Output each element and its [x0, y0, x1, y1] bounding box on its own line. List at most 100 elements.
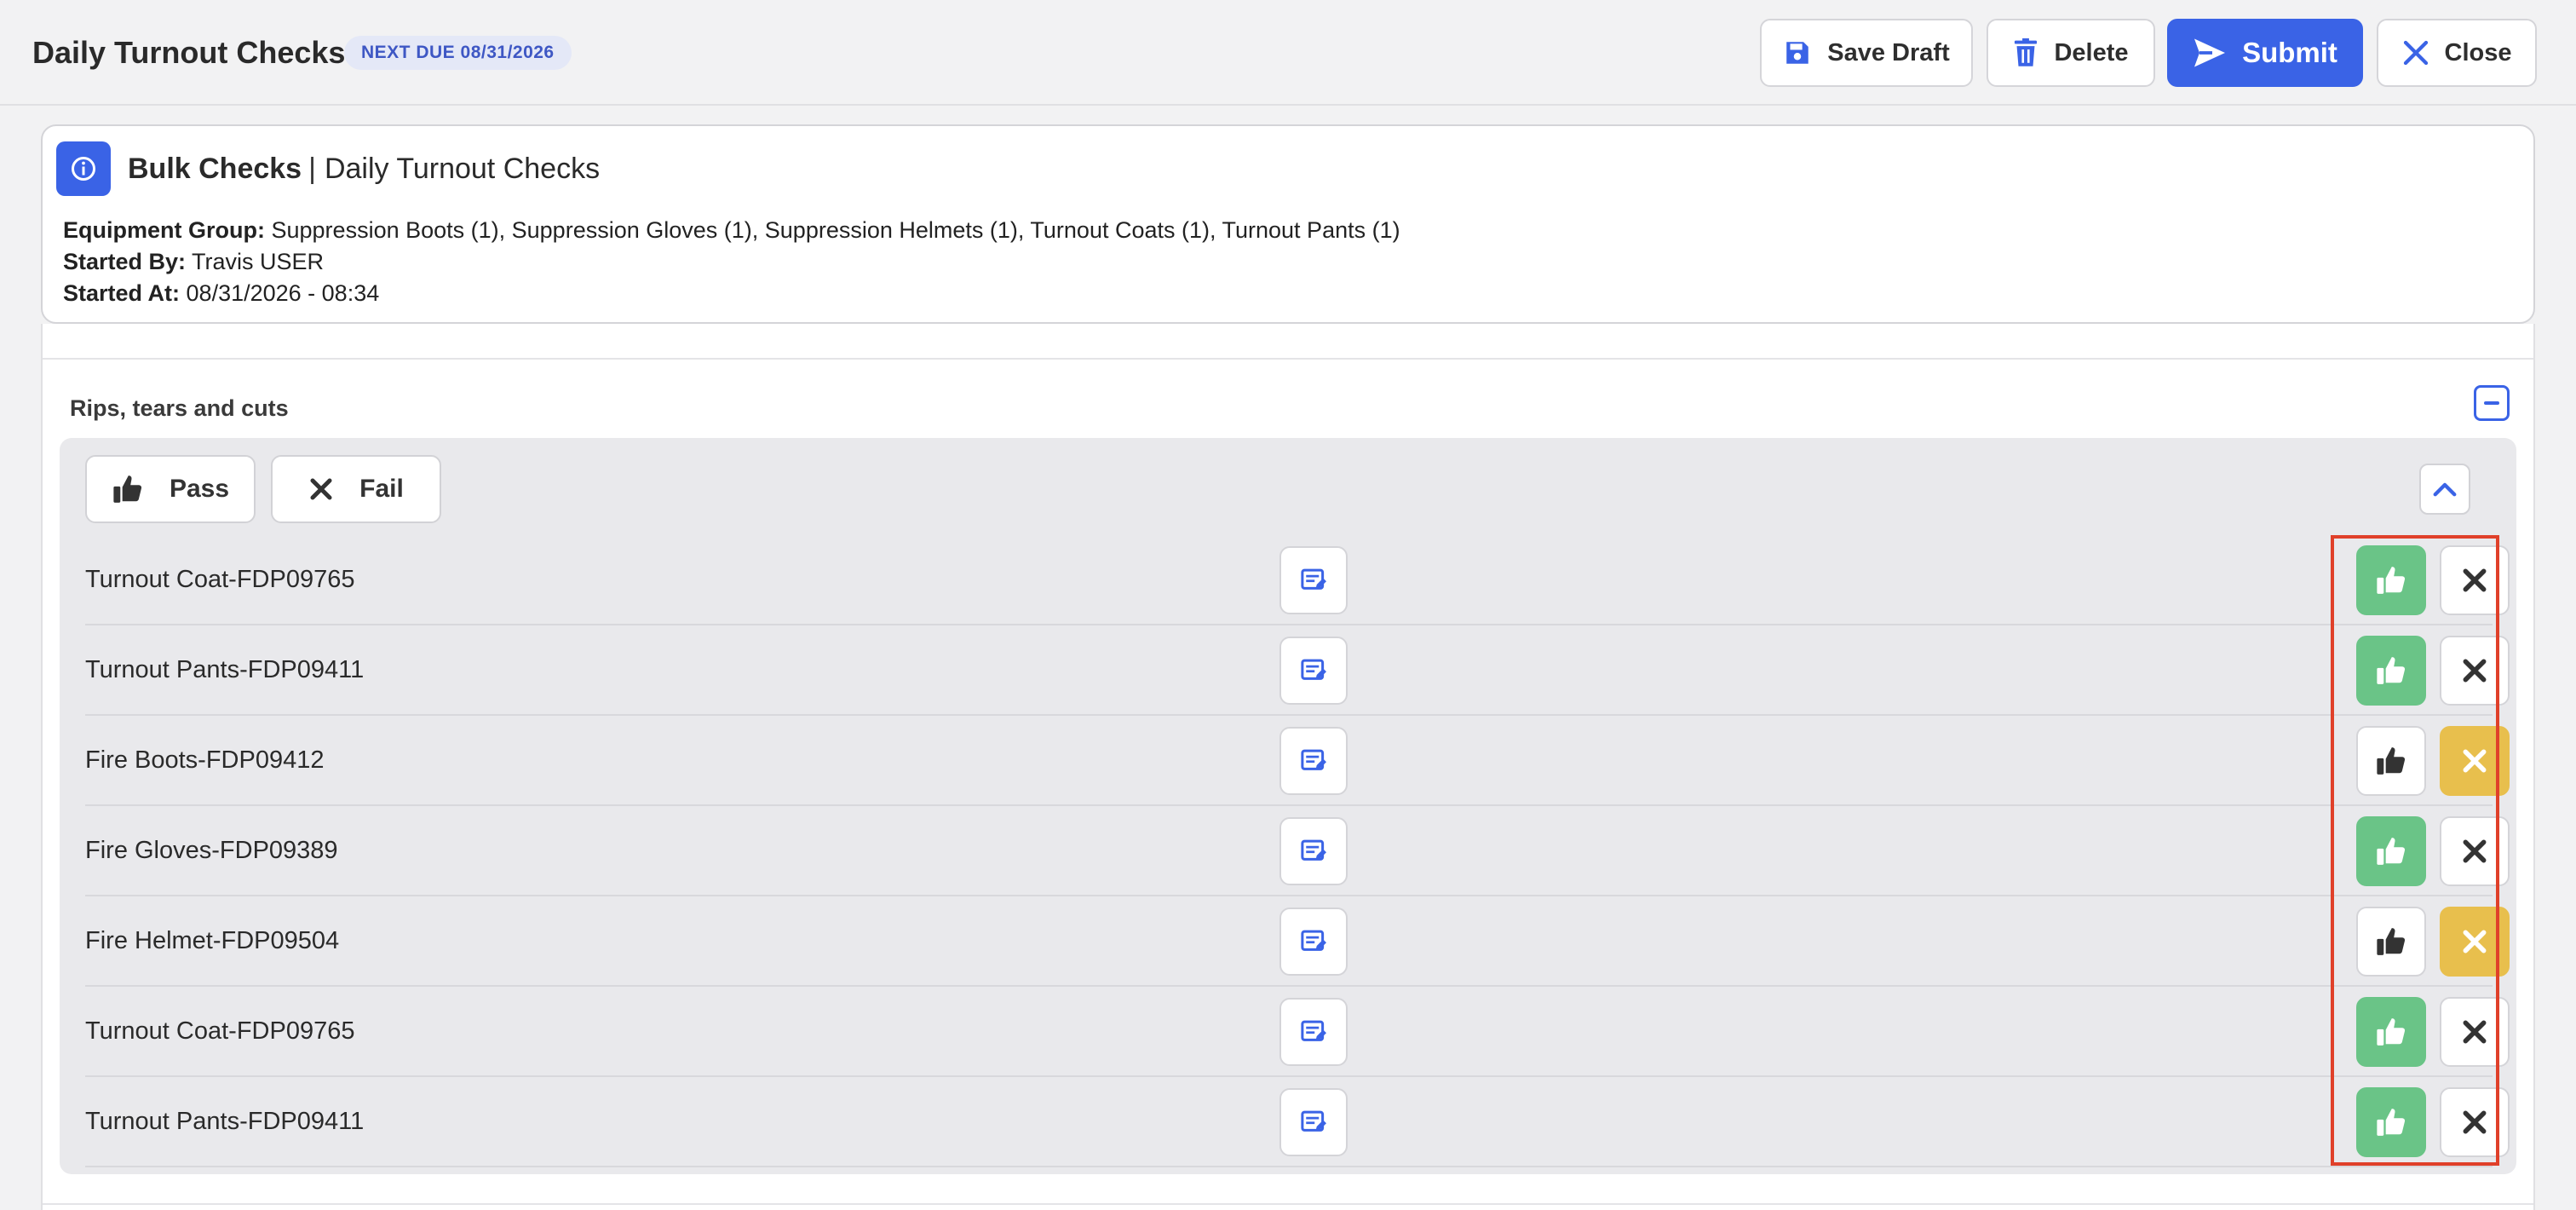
pass-button[interactable] — [2356, 997, 2426, 1067]
meta-info: Equipment Group: Suppression Boots (1), … — [63, 215, 1400, 309]
check-item-name: Turnout Pants-FDP09411 — [85, 656, 365, 683]
equipment-group-label: Equipment Group: — [63, 217, 265, 243]
check-items-list: Turnout Coat-FDP09765 Turnout Pants-FDP0… — [85, 535, 2510, 1167]
note-edit-icon — [1301, 749, 1326, 773]
save-draft-button[interactable]: Save Draft — [1760, 19, 1973, 87]
equipment-group-row: Equipment Group: Suppression Boots (1), … — [63, 215, 1400, 246]
add-note-button[interactable] — [1279, 817, 1348, 885]
note-edit-icon — [1301, 568, 1326, 592]
started-by-value: Travis USER — [192, 249, 325, 274]
x-icon — [2461, 657, 2488, 684]
submit-label: Submit — [2242, 37, 2337, 68]
thumbs-up-icon — [2375, 745, 2407, 777]
save-draft-label: Save Draft — [1827, 38, 1950, 66]
fail-button[interactable] — [2440, 545, 2510, 615]
fail-button[interactable] — [2440, 636, 2510, 706]
x-icon — [2461, 747, 2488, 775]
fail-button[interactable] — [2440, 907, 2510, 977]
thumbs-up-icon — [112, 473, 144, 505]
check-item-row: Turnout Pants-FDP09411 — [85, 1077, 2510, 1167]
x-icon — [2461, 1018, 2488, 1046]
started-by-row: Started By: Travis USER — [63, 246, 1400, 278]
check-item-row: Turnout Coat-FDP09765 — [85, 987, 2510, 1077]
check-item-name: Fire Boots-FDP09412 — [85, 746, 325, 774]
add-note-button[interactable] — [1279, 546, 1348, 614]
add-note-button[interactable] — [1279, 998, 1348, 1066]
add-note-button[interactable] — [1279, 637, 1348, 705]
x-icon — [2461, 1109, 2488, 1136]
section-title: Rips, tears and cuts — [70, 395, 289, 421]
check-item-row: Fire Helmet-FDP09504 — [85, 896, 2510, 987]
thumbs-up-icon — [2375, 654, 2407, 687]
pass-button[interactable] — [2356, 907, 2426, 977]
note-edit-icon — [1301, 659, 1326, 683]
x-icon — [2461, 567, 2488, 594]
note-edit-icon — [1301, 839, 1326, 863]
note-edit-icon — [1301, 930, 1326, 954]
bulk-pass-label: Pass — [169, 475, 230, 503]
trash-icon — [2013, 38, 2038, 67]
equipment-group-value: Suppression Boots (1), Suppression Glove… — [271, 217, 1400, 243]
pass-button[interactable] — [2356, 726, 2426, 796]
note-edit-icon — [1301, 1020, 1326, 1044]
thumbs-up-icon — [2375, 1106, 2407, 1138]
close-label: Close — [2444, 38, 2512, 66]
chevron-up-icon — [2432, 480, 2458, 498]
collapse-section-button[interactable] — [2474, 385, 2510, 421]
fail-button[interactable] — [2440, 997, 2510, 1067]
check-panel: Pass Fail Turnout Coat-FDP09765 Turnout … — [60, 438, 2516, 1174]
check-item-name: Fire Gloves-FDP09389 — [85, 837, 338, 864]
check-item-name: Turnout Pants-FDP09411 — [85, 1108, 365, 1135]
page-title: Daily Turnout Checks — [32, 35, 346, 70]
pass-button[interactable] — [2356, 816, 2426, 886]
started-by-label: Started By: — [63, 249, 187, 274]
card-title-bold: Bulk Checks — [128, 153, 302, 185]
card-title: Bulk Checks | Daily Turnout Checks — [128, 150, 600, 187]
info-circle-icon — [56, 141, 111, 196]
x-icon — [2461, 928, 2488, 955]
floppy-disk-icon — [1783, 38, 1812, 67]
check-item-row: Fire Gloves-FDP09389 — [85, 806, 2510, 896]
thumbs-up-icon — [2375, 1016, 2407, 1048]
card-title-rest: Daily Turnout Checks — [324, 153, 601, 185]
x-icon — [2461, 838, 2488, 865]
check-item-name: Turnout Coat-FDP09765 — [85, 1017, 355, 1045]
pass-button[interactable] — [2356, 1087, 2426, 1157]
bulk-fail-label: Fail — [359, 475, 404, 503]
card-title-separator: | — [308, 153, 316, 185]
add-note-button[interactable] — [1279, 908, 1348, 976]
divider — [43, 1203, 2533, 1205]
close-button[interactable]: Close — [2377, 19, 2537, 87]
check-item-row: Turnout Coat-FDP09765 — [85, 535, 2510, 625]
divider — [43, 358, 2533, 360]
add-note-button[interactable] — [1279, 727, 1348, 795]
delete-button[interactable]: Delete — [1987, 19, 2155, 87]
minus-square-icon — [2484, 401, 2499, 405]
collapse-items-button[interactable] — [2419, 464, 2470, 515]
thumbs-up-icon — [2375, 925, 2407, 958]
started-at-row: Started At: 08/31/2026 - 08:34 — [63, 278, 1400, 309]
top-bar: Daily Turnout Checks NEXT DUE 08/31/2026… — [0, 0, 2576, 106]
fail-button[interactable] — [2440, 726, 2510, 796]
submit-button[interactable]: Submit — [2167, 19, 2363, 87]
delete-label: Delete — [2054, 38, 2129, 66]
started-at-value: 08/31/2026 - 08:34 — [186, 280, 380, 306]
add-note-button[interactable] — [1279, 1088, 1348, 1156]
check-section: Rips, tears and cuts Pass Fail Turnout C… — [41, 324, 2535, 1210]
thumbs-up-icon — [2375, 564, 2407, 596]
note-edit-icon — [1301, 1110, 1326, 1134]
check-item-row: Fire Boots-FDP09412 — [85, 716, 2510, 806]
check-item-row: Turnout Pants-FDP09411 — [85, 625, 2510, 716]
check-item-name: Turnout Coat-FDP09765 — [85, 566, 355, 593]
fail-button[interactable] — [2440, 1087, 2510, 1157]
bulk-fail-button[interactable]: Fail — [271, 455, 441, 523]
send-icon — [2193, 37, 2227, 68]
thumbs-up-icon — [2375, 835, 2407, 867]
bulk-pass-button[interactable]: Pass — [85, 455, 256, 523]
x-icon — [2402, 39, 2429, 66]
pass-button[interactable] — [2356, 545, 2426, 615]
next-due-badge: NEXT DUE 08/31/2026 — [344, 36, 572, 70]
pass-button[interactable] — [2356, 636, 2426, 706]
fail-button[interactable] — [2440, 816, 2510, 886]
info-card: Bulk Checks | Daily Turnout Checks Equipme… — [41, 124, 2535, 324]
